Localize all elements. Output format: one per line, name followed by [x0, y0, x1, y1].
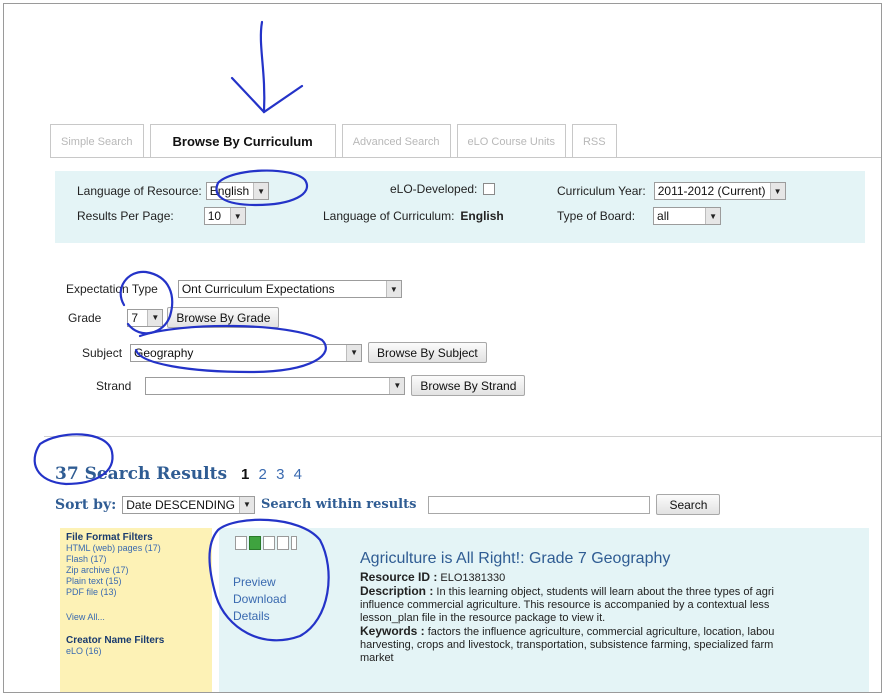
search-button[interactable]: Search: [656, 494, 721, 515]
language-of-resource-label: Language of Resource:: [77, 184, 202, 198]
filter-item[interactable]: eLO (16): [66, 646, 206, 657]
chevron-down-icon: ▼: [346, 344, 362, 361]
page-link-1[interactable]: 1: [241, 466, 249, 483]
page-link-4[interactable]: 4: [294, 466, 302, 483]
grade-value: 7: [131, 310, 139, 325]
curriculum-year-value: 2011-2012 (Current): [657, 184, 766, 198]
preview-link[interactable]: Preview: [233, 574, 286, 591]
filter-item[interactable]: PDF file (13): [66, 587, 206, 598]
sort-value: Date DESCENDING: [126, 497, 235, 512]
browse-by-subject-button[interactable]: Browse By Subject: [368, 342, 487, 363]
search-within-label: Search within results: [260, 497, 417, 512]
elo-developed-label: eLO-Developed:: [390, 182, 478, 196]
download-link[interactable]: Download: [233, 591, 286, 608]
options-panel: Language of Resource: English ▼ eLO-Deve…: [55, 171, 865, 243]
language-of-curriculum-value: English: [460, 209, 504, 223]
result-item: Preview Download Details Agriculture is …: [219, 528, 870, 692]
elo-developed-checkbox[interactable]: [483, 183, 496, 195]
filter-item[interactable]: Plain text (15): [66, 576, 206, 587]
format-icons: [235, 536, 297, 550]
filter-item[interactable]: Flash (17): [66, 554, 206, 565]
subject-label: Subject: [82, 345, 123, 360]
grade-label: Grade: [68, 310, 102, 325]
sort-select[interactable]: Date DESCENDING ▼: [122, 495, 255, 514]
keywords-line: harvesting, crops and livestock, transpo…: [360, 639, 774, 651]
filter-item[interactable]: Zip archive (17): [66, 565, 206, 576]
strand-label: Strand: [96, 378, 132, 393]
result-details: Resource ID : ELO1381330 Description : I…: [360, 571, 870, 665]
tab-divider: [50, 157, 881, 158]
file-format-filters-heading: File Format Filters: [66, 532, 153, 543]
tab-browse-by-curriculum[interactable]: Browse By Curriculum: [149, 124, 336, 158]
zip-file-icon[interactable]: [277, 536, 289, 550]
details-link[interactable]: Details: [233, 608, 286, 625]
search-tabs: Simple Search Browse By Curriculum Advan…: [50, 124, 623, 158]
chevron-down-icon: ▼: [389, 377, 405, 394]
browse-by-grade-button[interactable]: Browse By Grade: [167, 307, 280, 328]
curriculum-year-label: Curriculum Year:: [557, 184, 646, 198]
language-of-curriculum-label: Language of Curriculum:: [323, 209, 455, 223]
results-per-page-select[interactable]: 10 ▼: [203, 207, 246, 225]
keywords-label: Keywords :: [360, 624, 425, 638]
strand-select[interactable]: ▼: [145, 376, 406, 395]
type-of-board-select[interactable]: all ▼: [653, 207, 722, 225]
type-of-board-value: all: [657, 209, 670, 223]
description-line: influence commercial agriculture. This r…: [360, 599, 770, 611]
tab-simple-search[interactable]: Simple Search: [50, 124, 144, 158]
html-file-icon[interactable]: [235, 536, 247, 550]
pdf-file-icon[interactable]: [291, 536, 297, 550]
result-title-link[interactable]: Agriculture is All Right!: Grade 7 Geogr…: [360, 550, 670, 568]
language-of-resource-value: English: [209, 184, 250, 198]
chevron-down-icon: ▼: [147, 309, 163, 326]
page-link-2[interactable]: 2: [259, 466, 267, 483]
chevron-down-icon: ▼: [238, 496, 254, 513]
expectation-type-value: Ont Curriculum Expectations: [181, 282, 335, 296]
description-line: lesson_plan file in the resource package…: [360, 612, 606, 624]
sort-by-label: Sort by:: [55, 496, 117, 513]
search-results-count: 37 Search Results: [55, 464, 228, 484]
flash-file-icon[interactable]: [249, 536, 261, 550]
tab-elo-course-units[interactable]: eLO Course Units: [456, 124, 566, 158]
chevron-down-icon: ▼: [769, 183, 785, 199]
subject-value: Geography: [134, 345, 194, 360]
section-divider: [44, 436, 881, 437]
creator-name-filters-heading: Creator Name Filters: [66, 635, 165, 646]
results-per-page-label: Results Per Page:: [77, 209, 174, 223]
page-link-3[interactable]: 3: [276, 466, 284, 483]
view-all-link[interactable]: View All...: [66, 612, 206, 623]
chevron-down-icon: ▼: [705, 208, 721, 224]
filter-item[interactable]: HTML (web) pages (17): [66, 543, 206, 554]
search-within-input[interactable]: [428, 495, 651, 514]
type-of-board-label: Type of Board:: [557, 209, 636, 223]
browse-by-strand-button[interactable]: Browse By Strand: [411, 375, 526, 396]
resource-id-value: ELO1381330: [440, 572, 506, 584]
filters-sidebar: File Format Filters HTML (web) pages (17…: [60, 528, 212, 692]
chevron-down-icon: ▼: [253, 183, 269, 199]
text-file-icon[interactable]: [263, 536, 275, 550]
pagination: 1 2 3 4: [241, 466, 307, 483]
expectation-type-select[interactable]: Ont Curriculum Expectations ▼: [177, 280, 402, 298]
expectation-type-label: Expectation Type: [66, 282, 158, 296]
keywords-line: factors the influence agriculture, comme…: [427, 626, 775, 638]
results-per-page-value: 10: [207, 209, 222, 223]
chevron-down-icon: ▼: [229, 208, 245, 224]
curriculum-year-select[interactable]: 2011-2012 (Current) ▼: [653, 182, 786, 200]
chevron-down-icon: ▼: [385, 281, 401, 297]
description-line: In this learning object, students will l…: [436, 586, 774, 598]
tab-rss[interactable]: RSS: [571, 124, 617, 158]
resource-id-label: Resource ID :: [360, 571, 438, 584]
keywords-line: market: [360, 652, 394, 664]
grade-select[interactable]: 7 ▼: [127, 308, 164, 327]
subject-select[interactable]: Geography ▼: [130, 343, 363, 362]
browser-viewport: Simple Search Browse By Curriculum Advan…: [3, 3, 882, 693]
language-of-resource-select[interactable]: English ▼: [205, 182, 270, 200]
description-label: Description :: [360, 584, 434, 598]
tab-advanced-search[interactable]: Advanced Search: [341, 124, 451, 158]
